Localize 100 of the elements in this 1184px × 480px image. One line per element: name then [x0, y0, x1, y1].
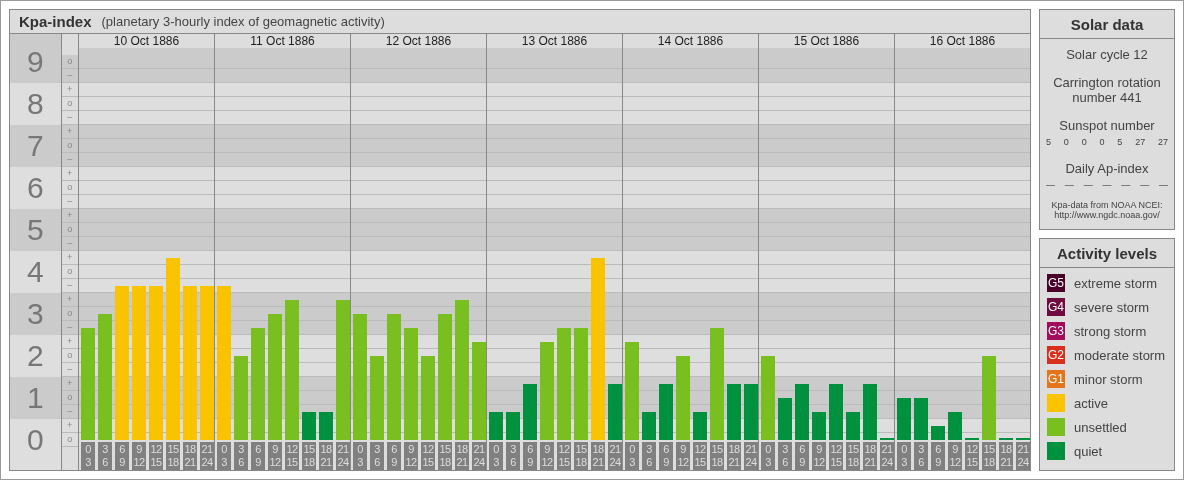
chart-subtitle: (planetary 3-hourly index of geomagnetic activity)	[101, 14, 385, 29]
time-period-label: 0 3	[897, 442, 911, 470]
time-period-label: 9 12	[268, 442, 282, 470]
legend-label: active	[1074, 395, 1108, 411]
date-label: 16 Oct 1886	[929, 34, 996, 48]
sunspot-value: 5	[1046, 137, 1051, 147]
time-period-label: 18 21	[455, 442, 469, 470]
chart-title: Kpa-index	[19, 13, 92, 30]
kp-bar	[795, 384, 809, 440]
sunspot-value: 0	[1099, 137, 1105, 147]
time-period-label: 12 15	[421, 442, 435, 470]
legend-label: extreme storm	[1074, 275, 1158, 291]
kp-bar	[642, 412, 656, 440]
legend-swatch: G1	[1047, 370, 1065, 389]
sunspot-value: 0	[1063, 137, 1069, 147]
ap-index-value: —	[1121, 180, 1131, 190]
time-period-label: 18 21	[319, 442, 333, 470]
time-period-label: 6 9	[523, 442, 537, 470]
sunspot-value: 27	[1135, 137, 1146, 147]
date-label: 10 Oct 1886	[113, 34, 180, 48]
legend-label: minor storm	[1074, 371, 1143, 387]
time-period-label: 0 3	[353, 442, 367, 470]
time-period-label: 0 3	[761, 442, 775, 470]
time-period-label: 12 15	[693, 442, 707, 470]
time-period-label: 18 21	[863, 442, 877, 470]
y-axis-label: 3	[26, 299, 44, 329]
time-period-label: 9 12	[676, 442, 690, 470]
kp-bar	[319, 412, 333, 440]
y-axis-label: 8	[26, 89, 44, 119]
kp-bar	[659, 384, 673, 440]
time-period-label: 9 12	[132, 442, 146, 470]
panel-title: Solar data	[1040, 10, 1174, 39]
y-axis-label: 0	[26, 425, 44, 455]
sunspot-label: Sunspot number	[1059, 118, 1155, 133]
time-period-label: 12 15	[149, 442, 163, 470]
ap-index-value: —	[1158, 180, 1168, 190]
kp-bar	[523, 384, 537, 440]
sunspot-value: 5	[1117, 137, 1123, 147]
y-axis-label: 2	[26, 341, 44, 371]
time-period-label: 3 6	[642, 442, 656, 470]
time-period-label: 21 24	[608, 442, 622, 470]
sunspot-value: 27	[1157, 137, 1168, 147]
sunspot-value: 0	[1081, 137, 1087, 147]
time-period-label: 3 6	[778, 442, 792, 470]
time-period-label: 15 18	[302, 442, 316, 470]
data-source-text: Kpa-data from NOAA NCEI:	[1051, 200, 1163, 210]
time-period-label: 15 18	[982, 442, 996, 470]
kp-bar	[948, 412, 962, 440]
kp-bar	[778, 398, 792, 440]
legend-label: moderate storm	[1074, 347, 1166, 363]
kp-bar	[863, 384, 877, 440]
time-period-label: 18 21	[183, 442, 197, 470]
time-period-label: 6 9	[795, 442, 809, 470]
kp-bar	[489, 412, 503, 440]
legend-swatch: G3	[1047, 322, 1065, 341]
time-period-label: 9 12	[540, 442, 554, 470]
ap-index-value: —	[1046, 180, 1055, 190]
legend-label: severe storm	[1074, 299, 1150, 315]
carrington-rotation-text: Carrington rotation number 441	[1052, 75, 1162, 105]
kp-bar	[727, 384, 741, 440]
time-period-label: 6 9	[387, 442, 401, 470]
kp-bar	[931, 426, 945, 440]
time-period-label: 15 18	[166, 442, 180, 470]
ap-index-label: Daily Ap-index	[1065, 161, 1149, 176]
y-axis-label: 9	[26, 47, 44, 77]
kp-bar	[693, 412, 707, 440]
time-period-label: 15 18	[574, 442, 588, 470]
date-label: 15 Oct 1886	[793, 34, 860, 48]
time-period-label: 9 12	[812, 442, 826, 470]
y-axis-label: 6	[26, 173, 44, 203]
time-period-label: 9 12	[404, 442, 418, 470]
kp-bar	[914, 398, 928, 440]
time-period-label: 0 3	[489, 442, 503, 470]
date-label: 14 Oct 1886	[657, 34, 724, 48]
time-period-label: 12 15	[965, 442, 979, 470]
time-period-label: 21 24	[200, 442, 214, 470]
panel-title: Activity levels	[1040, 239, 1174, 269]
y-axis-label: 5	[26, 215, 44, 245]
kp-bar	[829, 384, 843, 440]
time-period-label: 9 12	[948, 442, 962, 470]
time-period-label: 3 6	[914, 442, 928, 470]
time-period-label: 15 18	[846, 442, 860, 470]
legend-label: unsettled	[1074, 419, 1127, 435]
time-period-label: 21 24	[336, 442, 350, 470]
time-period-label: 18 21	[591, 442, 605, 470]
kp-bar	[506, 412, 520, 440]
time-period-label: 21 24	[880, 442, 894, 470]
time-period-label: 3 6	[370, 442, 384, 470]
time-period-label: 12 15	[285, 442, 299, 470]
date-label: 12 Oct 1886	[385, 34, 452, 48]
time-period-label: 6 9	[251, 442, 265, 470]
time-period-label: 15 18	[438, 442, 452, 470]
legend-swatch: G2	[1047, 346, 1065, 365]
ap-index-value: —	[1083, 180, 1093, 190]
legend-label: strong storm	[1074, 323, 1147, 339]
y-axis-label: 4	[26, 257, 44, 287]
kp-bar	[897, 398, 911, 440]
date-label: 11 Oct 1886	[250, 34, 315, 48]
time-period-label: 21 24	[1016, 442, 1030, 470]
kp-bar	[302, 412, 316, 440]
